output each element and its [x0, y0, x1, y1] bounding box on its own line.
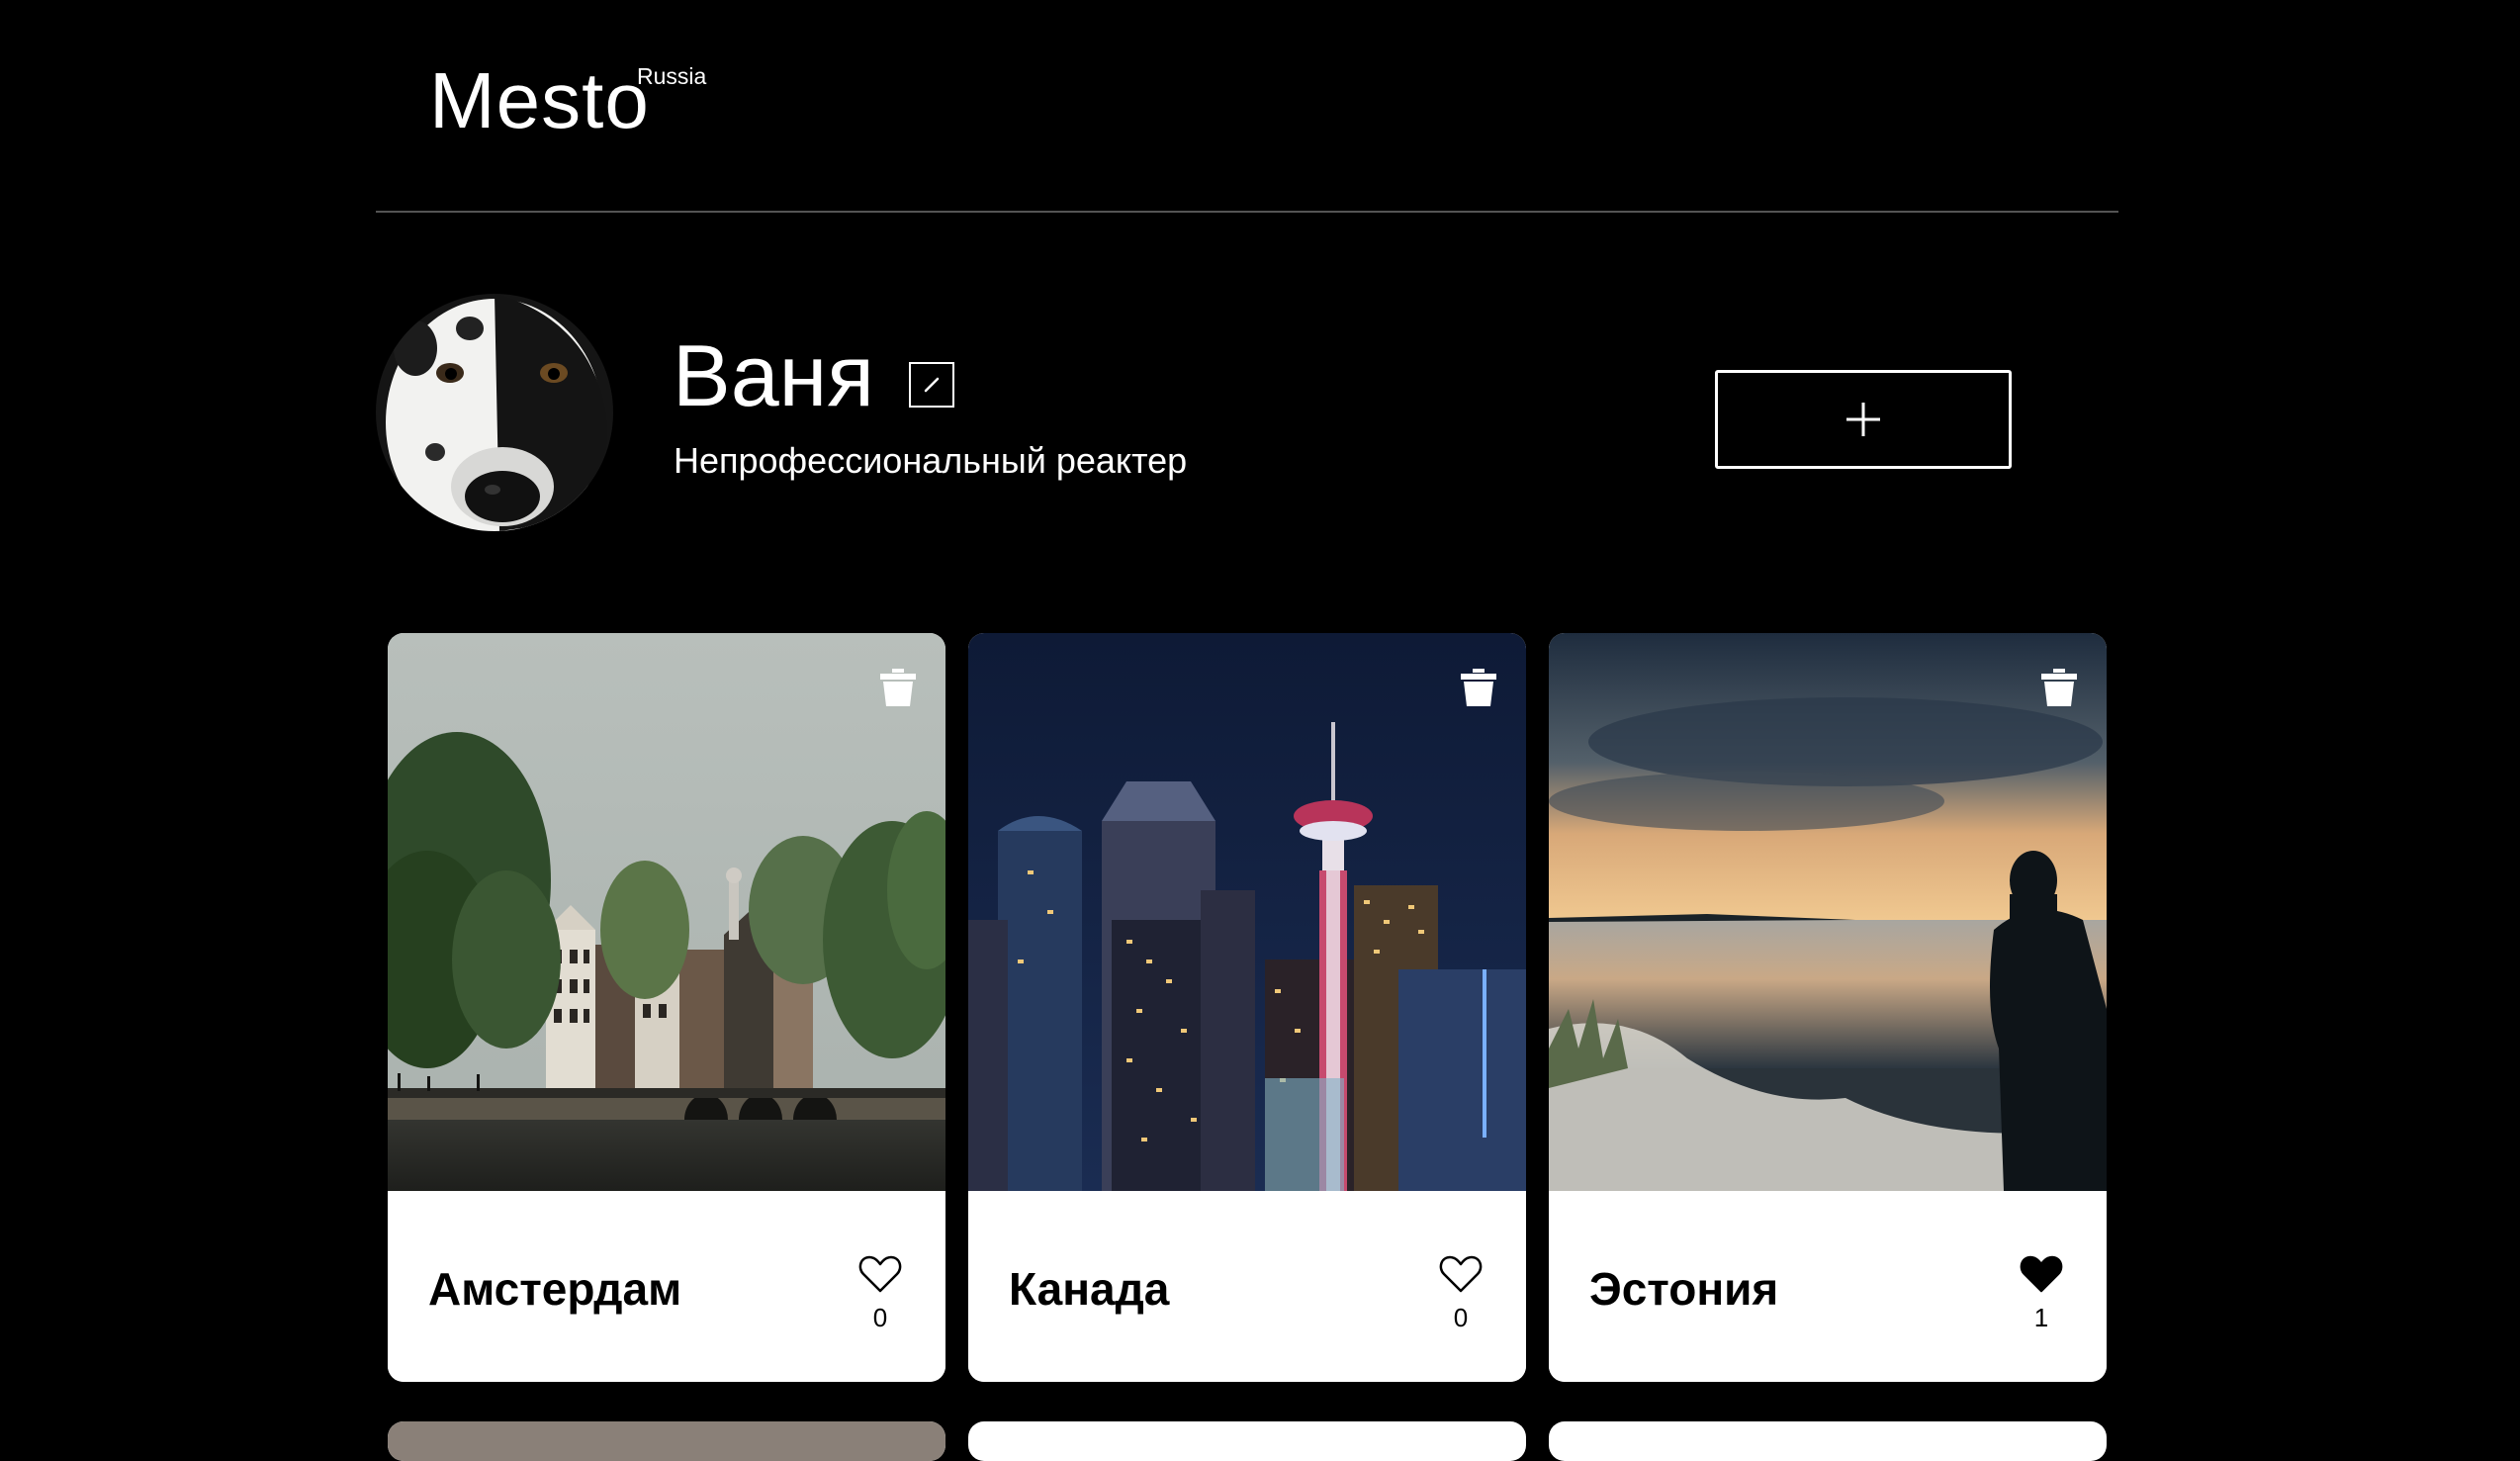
card-image[interactable]: [968, 633, 1526, 1191]
delete-card-button[interactable]: [1461, 669, 1496, 706]
card-image: [388, 1421, 945, 1461]
trash-icon: [2041, 669, 2077, 706]
canada-photo: [968, 633, 1526, 1191]
card[interactable]: [1549, 1421, 2107, 1461]
avatar[interactable]: [376, 294, 613, 531]
add-card-button[interactable]: [1715, 370, 2012, 469]
header-divider: [376, 211, 2118, 213]
card: Эстония 1: [1549, 633, 2107, 1382]
avatar-image: [376, 294, 613, 531]
trash-icon: [1461, 669, 1496, 706]
like-count: 0: [1453, 1303, 1469, 1332]
card-image[interactable]: [1549, 633, 2107, 1191]
heart-outline-icon: [1439, 1255, 1483, 1293]
plus-icon: [1846, 403, 1880, 436]
amsterdam-photo: [388, 633, 945, 1191]
trash-icon: [880, 669, 916, 706]
estonia-photo: [1549, 633, 2107, 1191]
card-footer: Амстердам 0: [388, 1191, 945, 1382]
heart-outline-icon: [858, 1255, 902, 1293]
card: Канада 0: [968, 633, 1526, 1382]
card-title: Амстердам: [428, 1263, 682, 1315]
logo[interactable]: Mesto: [429, 61, 650, 140]
like-button[interactable]: [858, 1254, 902, 1294]
like-button-active[interactable]: [2020, 1254, 2063, 1294]
heart-filled-icon: [2020, 1255, 2063, 1293]
pencil-icon: [924, 377, 940, 393]
edit-profile-button[interactable]: [909, 362, 954, 408]
card: Амстердам 0: [388, 633, 945, 1382]
like-count: 1: [2033, 1303, 2049, 1332]
card-footer: Эстония 1: [1549, 1191, 2107, 1382]
card[interactable]: [388, 1421, 945, 1461]
like-count: 0: [872, 1303, 888, 1332]
card[interactable]: [968, 1421, 1526, 1461]
card-title: Эстония: [1589, 1263, 1779, 1315]
profile-about: Непрофессиональный реактер: [674, 440, 1188, 481]
card-footer: Канада 0: [968, 1191, 1526, 1382]
logo-region: Russia: [637, 63, 707, 89]
page: Mesto Russia Ваня Непрофессиональный реа…: [0, 0, 2520, 1461]
like-button[interactable]: [1439, 1254, 1483, 1294]
delete-card-button[interactable]: [880, 669, 916, 706]
delete-card-button[interactable]: [2041, 669, 2077, 706]
card-title: Канада: [1009, 1263, 1170, 1315]
card-image[interactable]: [388, 633, 945, 1191]
profile-name: Ваня: [673, 326, 874, 424]
